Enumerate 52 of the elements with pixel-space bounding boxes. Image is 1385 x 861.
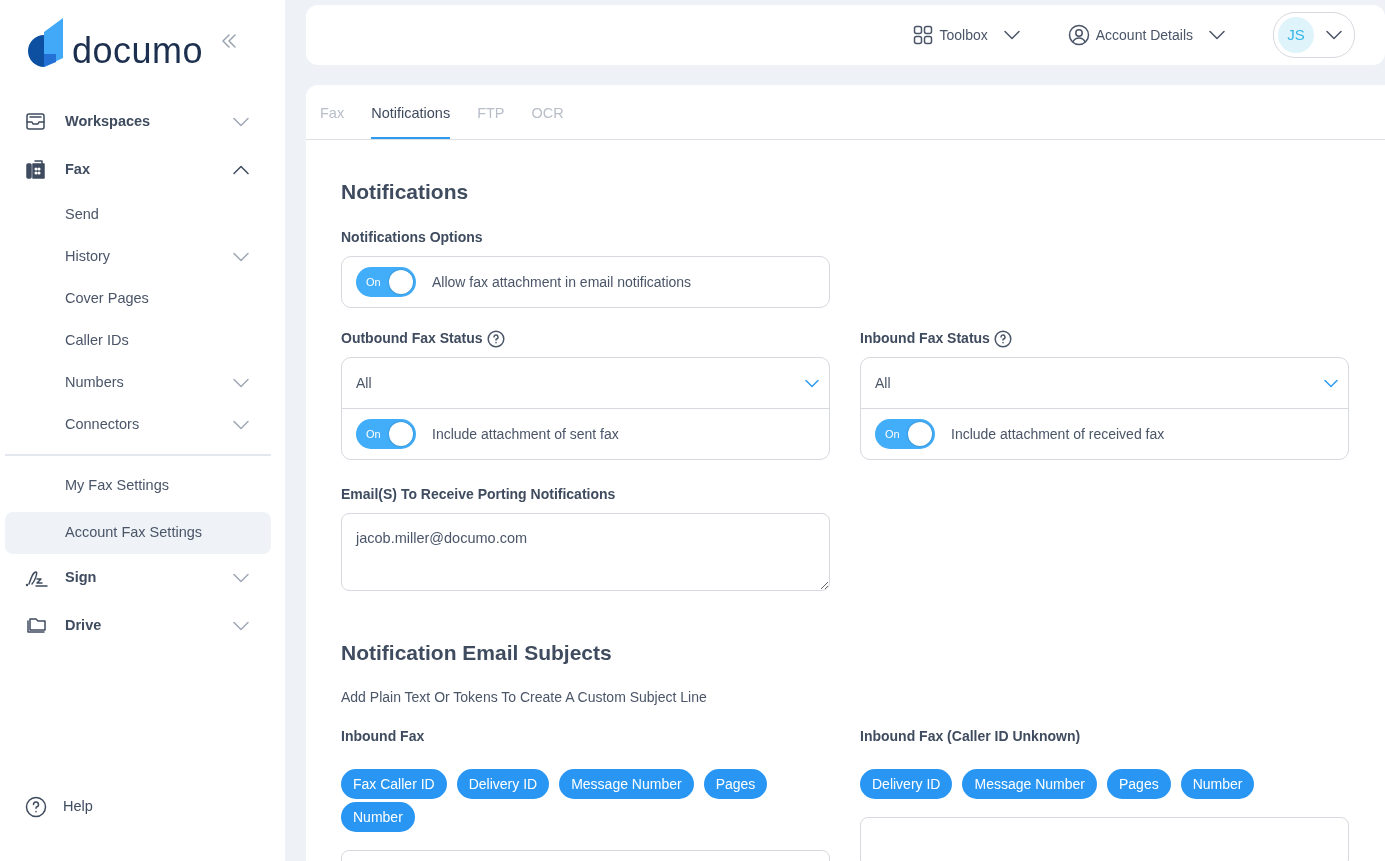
subject-field[interactable]	[860, 816, 1349, 861]
grid-icon	[913, 25, 934, 45]
toggle-label: Include attachment of received fax	[951, 424, 1165, 444]
avatar-initials: JS	[1278, 17, 1314, 53]
section-title: Notifications	[341, 178, 470, 205]
chevron-down-icon	[233, 621, 249, 631]
toolbox-menu[interactable]: Toolbox	[913, 24, 1020, 46]
field-label: Inbound Fax (Caller ID Unknown)	[860, 726, 1082, 746]
chevron-down-icon	[233, 420, 249, 430]
chevron-down-icon	[233, 252, 249, 262]
email-field[interactable]: jacob.miller@documo.com	[341, 513, 830, 592]
chevron-up-icon	[233, 165, 249, 175]
field-label: Email(S) To Receive Porting Notifications	[341, 485, 617, 505]
chevron-down-icon	[1326, 30, 1342, 40]
sidebar-subitem[interactable]: History	[5, 236, 271, 278]
section-title: Notification Email Subjects	[341, 640, 613, 667]
sidebar-item[interactable]: Fax	[0, 146, 285, 194]
sidebar-item[interactable]: Workspaces	[0, 98, 285, 146]
help-link[interactable]: Help	[0, 783, 285, 831]
field-label: Inbound Fax	[341, 726, 426, 746]
sidebar-subitem[interactable]: Connectors	[5, 404, 271, 446]
logo-mark-icon	[26, 17, 64, 68]
help-icon	[25, 796, 47, 818]
sidebar-subitem[interactable]: Numbers	[5, 362, 271, 404]
toggle-label: Include attachment of sent fax	[432, 424, 619, 444]
status-select[interactable]: All	[342, 358, 829, 410]
sidebar-subitem[interactable]: Caller IDs	[5, 320, 271, 362]
toggle-label: Allow fax attachment in email notifications	[432, 272, 692, 292]
chevron-down-icon	[233, 378, 249, 388]
chevron-down-icon	[1324, 378, 1338, 388]
hint-text: Add Plain Text Or Tokens To Create A Custom Subject Line	[341, 687, 708, 707]
sidebar-item[interactable]: Drive	[0, 602, 285, 650]
help-icon	[486, 329, 505, 348]
chevron-down-icon	[1209, 30, 1225, 40]
user-icon	[1067, 24, 1090, 46]
sidebar-subitem[interactable]: Cover Pages	[5, 278, 271, 320]
status-select[interactable]: All	[861, 358, 1348, 410]
field-label: Inbound Fax Status	[860, 329, 990, 349]
chevron-down-icon	[233, 573, 249, 583]
sidebar-subitem[interactable]: Send	[5, 194, 271, 236]
help-icon	[993, 329, 1012, 348]
field-label: Outbound Fax Status	[341, 329, 483, 349]
chevron-down-icon	[805, 378, 819, 388]
account-menu[interactable]: Account Details	[1067, 24, 1225, 46]
chevron-down-icon	[233, 117, 249, 127]
logo-text: documo	[72, 32, 204, 69]
sidebar-item[interactable]: Sign	[0, 554, 285, 602]
field-label: Notifications Options	[341, 228, 484, 248]
sidebar-subitem[interactable]: Account Fax Settings	[5, 512, 271, 554]
collapse-icon	[221, 33, 238, 48]
tab[interactable]: Notifications	[371, 103, 451, 139]
chevron-down-icon	[1003, 30, 1020, 40]
